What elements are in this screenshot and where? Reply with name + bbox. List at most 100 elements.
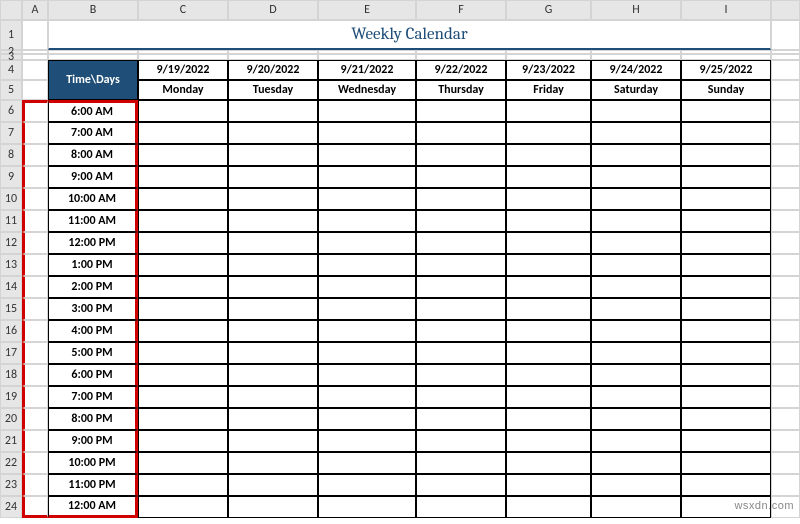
slot-Monday-0[interactable] <box>138 100 228 122</box>
slot-Tuesday-10[interactable] <box>228 320 318 342</box>
slot-Wednesday-14[interactable] <box>318 408 416 430</box>
slot-Thursday-14[interactable] <box>416 408 506 430</box>
slot-Saturday-10[interactable] <box>591 320 681 342</box>
cell-X15[interactable] <box>771 298 800 320</box>
row-header-24[interactable]: 24 <box>0 496 22 518</box>
column-header-G[interactable]: G <box>506 0 591 20</box>
column-header-H[interactable]: H <box>591 0 681 20</box>
slot-Friday-6[interactable] <box>506 232 591 254</box>
slot-Monday-6[interactable] <box>138 232 228 254</box>
slot-Thursday-12[interactable] <box>416 364 506 386</box>
slot-Tuesday-12[interactable] <box>228 364 318 386</box>
cell-X20[interactable] <box>771 408 800 430</box>
cell-X17[interactable] <box>771 342 800 364</box>
row-header-9[interactable]: 9 <box>0 166 22 188</box>
slot-Saturday-15[interactable] <box>591 430 681 452</box>
slot-Saturday-2[interactable] <box>591 144 681 166</box>
slot-Thursday-18[interactable] <box>416 496 506 518</box>
slot-Tuesday-9[interactable] <box>228 298 318 320</box>
slot-Monday-13[interactable] <box>138 386 228 408</box>
column-header-B[interactable]: B <box>48 0 138 20</box>
cell-A20[interactable] <box>22 408 48 430</box>
slot-Sunday-8[interactable] <box>681 276 771 298</box>
slot-Saturday-1[interactable] <box>591 122 681 144</box>
cell-A16[interactable] <box>22 320 48 342</box>
slot-Wednesday-3[interactable] <box>318 166 416 188</box>
cell-A4[interactable] <box>22 60 48 80</box>
row-header-14[interactable]: 14 <box>0 276 22 298</box>
slot-Sunday-7[interactable] <box>681 254 771 276</box>
cell-X13[interactable] <box>771 254 800 276</box>
row-header-15[interactable]: 15 <box>0 298 22 320</box>
cell-A5[interactable] <box>22 80 48 100</box>
row-header-21[interactable]: 21 <box>0 430 22 452</box>
slot-Sunday-11[interactable] <box>681 342 771 364</box>
slot-Monday-14[interactable] <box>138 408 228 430</box>
slot-Thursday-8[interactable] <box>416 276 506 298</box>
cell-A12[interactable] <box>22 232 48 254</box>
slot-Monday-9[interactable] <box>138 298 228 320</box>
slot-Saturday-9[interactable] <box>591 298 681 320</box>
slot-Monday-17[interactable] <box>138 474 228 496</box>
cell-X8[interactable] <box>771 144 800 166</box>
slot-Wednesday-15[interactable] <box>318 430 416 452</box>
slot-Tuesday-8[interactable] <box>228 276 318 298</box>
slot-Friday-18[interactable] <box>506 496 591 518</box>
cell-A6[interactable] <box>22 100 48 122</box>
slot-Tuesday-2[interactable] <box>228 144 318 166</box>
cell-X21[interactable] <box>771 430 800 452</box>
row-header-10[interactable]: 10 <box>0 188 22 210</box>
slot-Wednesday-4[interactable] <box>318 188 416 210</box>
column-header-I[interactable]: I <box>681 0 771 20</box>
slot-Saturday-12[interactable] <box>591 364 681 386</box>
column-header-overflow[interactable] <box>771 0 800 20</box>
column-header-A[interactable]: A <box>22 0 48 20</box>
slot-Sunday-14[interactable] <box>681 408 771 430</box>
row-header-12[interactable]: 12 <box>0 232 22 254</box>
cell-A23[interactable] <box>22 474 48 496</box>
slot-Monday-10[interactable] <box>138 320 228 342</box>
row-header-22[interactable]: 22 <box>0 452 22 474</box>
cell-X22[interactable] <box>771 452 800 474</box>
row-header-6[interactable]: 6 <box>0 100 22 122</box>
slot-Thursday-17[interactable] <box>416 474 506 496</box>
slot-Saturday-16[interactable] <box>591 452 681 474</box>
cell-X18[interactable] <box>771 364 800 386</box>
slot-Thursday-1[interactable] <box>416 122 506 144</box>
slot-Thursday-3[interactable] <box>416 166 506 188</box>
cell-A15[interactable] <box>22 298 48 320</box>
slot-Wednesday-12[interactable] <box>318 364 416 386</box>
cell-A24[interactable] <box>22 496 48 518</box>
slot-Thursday-11[interactable] <box>416 342 506 364</box>
cell-A14[interactable] <box>22 276 48 298</box>
column-header-E[interactable]: E <box>318 0 416 20</box>
row-header-16[interactable]: 16 <box>0 320 22 342</box>
cell-X23[interactable] <box>771 474 800 496</box>
slot-Friday-7[interactable] <box>506 254 591 276</box>
slot-Sunday-15[interactable] <box>681 430 771 452</box>
slot-Wednesday-7[interactable] <box>318 254 416 276</box>
slot-Monday-5[interactable] <box>138 210 228 232</box>
slot-Monday-18[interactable] <box>138 496 228 518</box>
slot-Sunday-2[interactable] <box>681 144 771 166</box>
slot-Wednesday-2[interactable] <box>318 144 416 166</box>
slot-Saturday-18[interactable] <box>591 496 681 518</box>
slot-Friday-13[interactable] <box>506 386 591 408</box>
cell-A17[interactable] <box>22 342 48 364</box>
slot-Thursday-13[interactable] <box>416 386 506 408</box>
row-header-13[interactable]: 13 <box>0 254 22 276</box>
cell-A11[interactable] <box>22 210 48 232</box>
slot-Wednesday-18[interactable] <box>318 496 416 518</box>
slot-Thursday-0[interactable] <box>416 100 506 122</box>
slot-Thursday-7[interactable] <box>416 254 506 276</box>
row-header-5[interactable]: 5 <box>0 80 22 100</box>
slot-Thursday-2[interactable] <box>416 144 506 166</box>
slot-Monday-8[interactable] <box>138 276 228 298</box>
slot-Thursday-16[interactable] <box>416 452 506 474</box>
slot-Saturday-11[interactable] <box>591 342 681 364</box>
slot-Tuesday-5[interactable] <box>228 210 318 232</box>
slot-Monday-4[interactable] <box>138 188 228 210</box>
spreadsheet-grid[interactable]: ABCDEFGHI1Weekly Calendar234Time\Days9/1… <box>0 0 800 524</box>
slot-Tuesday-3[interactable] <box>228 166 318 188</box>
column-header-C[interactable]: C <box>138 0 228 20</box>
